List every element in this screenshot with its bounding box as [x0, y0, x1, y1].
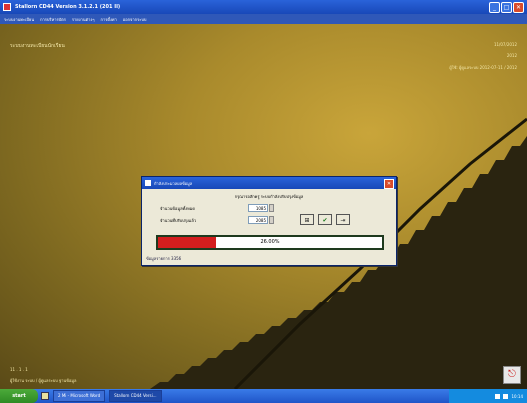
confirm-button[interactable]: ✔: [318, 214, 332, 225]
progress-bar: 26.00%: [156, 235, 384, 250]
date-text: 11/07/2012: [493, 42, 517, 47]
progress-dialog: กำลังประมวลผลข้อมูล ✕ กรุณารอสักครู่ ระบ…: [141, 176, 397, 266]
dialog-subtitle: กรุณารอสักครู่ ระบบกำลังปรับปรุงข้อมูล: [234, 194, 304, 199]
close-button[interactable]: ✕: [513, 2, 524, 13]
updated-records-field[interactable]: 2085: [248, 216, 268, 224]
window-title: Stallorn CD44 Version 3.1.2.1 (201 II): [15, 4, 121, 10]
dialog-title: กำลังประมวลผลข้อมูล: [154, 180, 193, 186]
progress-percent: 26.00%: [260, 239, 280, 245]
quick-launch-icon[interactable]: [41, 392, 49, 400]
dialog-title-bar: กำลังประมวลผลข้อมูล ✕: [142, 177, 396, 189]
dialog-icon: [145, 180, 151, 186]
page-title: ระบบงานทะเบียนนักเรียน: [10, 43, 65, 49]
network-icon[interactable]: [495, 393, 501, 399]
menu-item-exit[interactable]: ออกจากระบบ: [123, 16, 147, 23]
menu-item-settings[interactable]: การตั้งค่า: [101, 16, 117, 23]
exit-button[interactable]: ⇥: [336, 214, 350, 225]
dialog-close-button[interactable]: ✕: [384, 179, 394, 189]
total-records-label: จำนวนข้อมูลทั้งหมด: [160, 206, 195, 211]
total-records-spinner[interactable]: [269, 204, 274, 212]
menu-bar: ระบบงานทะเบียน การบริหารบัตร รายงานต่างๆ…: [0, 14, 527, 24]
taskbar-item-word[interactable]: 2 Mi - Microsoft Word: [53, 390, 106, 402]
updated-records-label: จำนวนที่ปรับปรุงแล้ว: [160, 218, 197, 223]
version-text: 11 . 1 . 1: [10, 367, 28, 372]
menu-item-registration[interactable]: ระบบงานทะเบียน: [4, 16, 34, 23]
menu-item-reports[interactable]: รายงานต่างๆ: [72, 16, 95, 23]
maximize-button[interactable]: □: [501, 2, 512, 13]
year-text: 2012: [506, 53, 517, 58]
dialog-footer-text: ข้อมูลรายการ 3356: [146, 256, 182, 261]
taskbar-item-app[interactable]: Stallorn CD44 Versi...: [109, 390, 162, 402]
system-tray: 10:14: [449, 389, 527, 403]
clock: 10:14: [511, 393, 523, 399]
volume-icon[interactable]: [503, 393, 509, 399]
window-title-bar: Stallorn CD44 Version 3.1.2.1 (201 II) _…: [0, 0, 527, 14]
grid-icon-button[interactable]: ⊞: [300, 214, 314, 225]
total-records-field[interactable]: 1085: [248, 204, 268, 212]
window-controls: _ □ ✕: [489, 2, 524, 13]
menu-item-card[interactable]: การบริหารบัตร: [40, 16, 66, 23]
app-icon: [3, 3, 11, 11]
user-info-text: ผู้ใช้: ผู้ดูแลระบบ 2012-07-11 / 2012: [449, 65, 517, 70]
minimize-button[interactable]: _: [489, 2, 500, 13]
start-button[interactable]: start: [0, 389, 38, 403]
taskbar: start 2 Mi - Microsoft Word Stallorn CD4…: [0, 389, 527, 403]
updated-records-spinner[interactable]: [269, 216, 274, 224]
exit-icon[interactable]: ⎋: [503, 366, 521, 384]
status-text: ผู้ใช้งาน ระบบ / ผู้ดูแลระบบ ฐานข้อมูล: [10, 378, 77, 383]
